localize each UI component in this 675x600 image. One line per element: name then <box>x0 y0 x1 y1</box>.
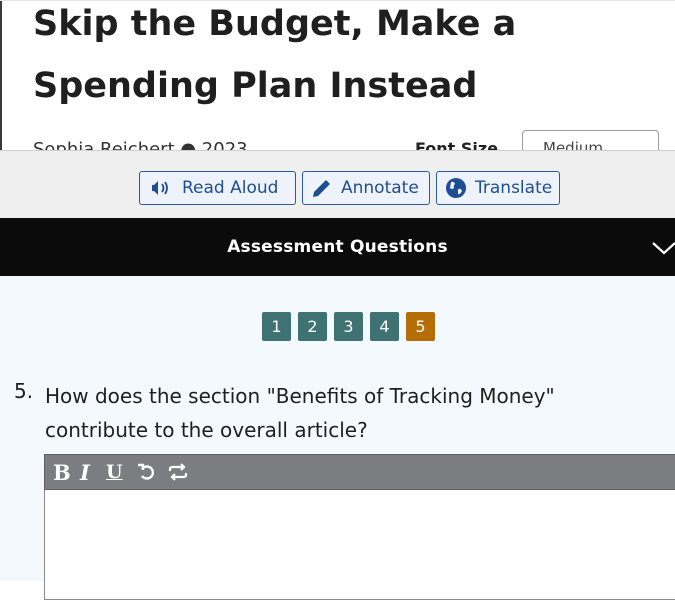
read-aloud-label: Read Aloud <box>182 178 279 198</box>
question-panel: 1 2 3 4 5 5. How does the section "Benef… <box>0 276 675 600</box>
chevron-down-icon[interactable] <box>651 240 675 256</box>
translate-label: Translate <box>475 178 553 198</box>
left-divider <box>0 1 2 151</box>
question-nav-5[interactable]: 5 <box>406 312 435 341</box>
reader-toolbar: Read Aloud Annotate Translate <box>0 150 675 219</box>
question-nav: 1 2 3 4 5 <box>262 312 435 341</box>
question-nav-1[interactable]: 1 <box>262 312 291 341</box>
translate-button[interactable]: Translate <box>436 171 560 205</box>
article-title: Skip the Budget, Make a Spending Plan In… <box>33 4 517 106</box>
question-number: 5. <box>14 379 34 403</box>
bold-button[interactable]: B <box>53 460 71 485</box>
answer-editor: B I U <box>44 454 675 600</box>
font-size-select[interactable]: Medium <box>522 130 659 151</box>
pen-icon <box>313 180 330 197</box>
assessment-accordion[interactable]: Assessment Questions <box>0 218 675 276</box>
annotate-button[interactable]: Annotate <box>302 171 430 205</box>
editor-toolbar: B I U <box>44 454 675 490</box>
annotate-label: Annotate <box>341 178 419 198</box>
question-nav-4[interactable]: 4 <box>370 312 399 341</box>
italic-button[interactable]: I <box>80 460 90 485</box>
redo-icon <box>168 463 188 481</box>
accordion-title: Assessment Questions <box>227 237 448 257</box>
undo-button[interactable] <box>137 460 157 484</box>
globe-icon <box>446 178 466 198</box>
underline-button[interactable]: U <box>106 460 123 484</box>
article-header: Skip the Budget, Make a Spending Plan In… <box>0 0 675 151</box>
question-text: How does the section "Benefits of Tracki… <box>45 384 555 442</box>
read-aloud-button[interactable]: Read Aloud <box>139 171 296 205</box>
speaker-icon <box>152 181 168 195</box>
undo-icon <box>138 463 154 480</box>
question-nav-3[interactable]: 3 <box>334 312 363 341</box>
question-nav-2[interactable]: 2 <box>298 312 327 341</box>
answer-textarea[interactable] <box>44 490 675 600</box>
redo-button[interactable] <box>167 460 189 484</box>
